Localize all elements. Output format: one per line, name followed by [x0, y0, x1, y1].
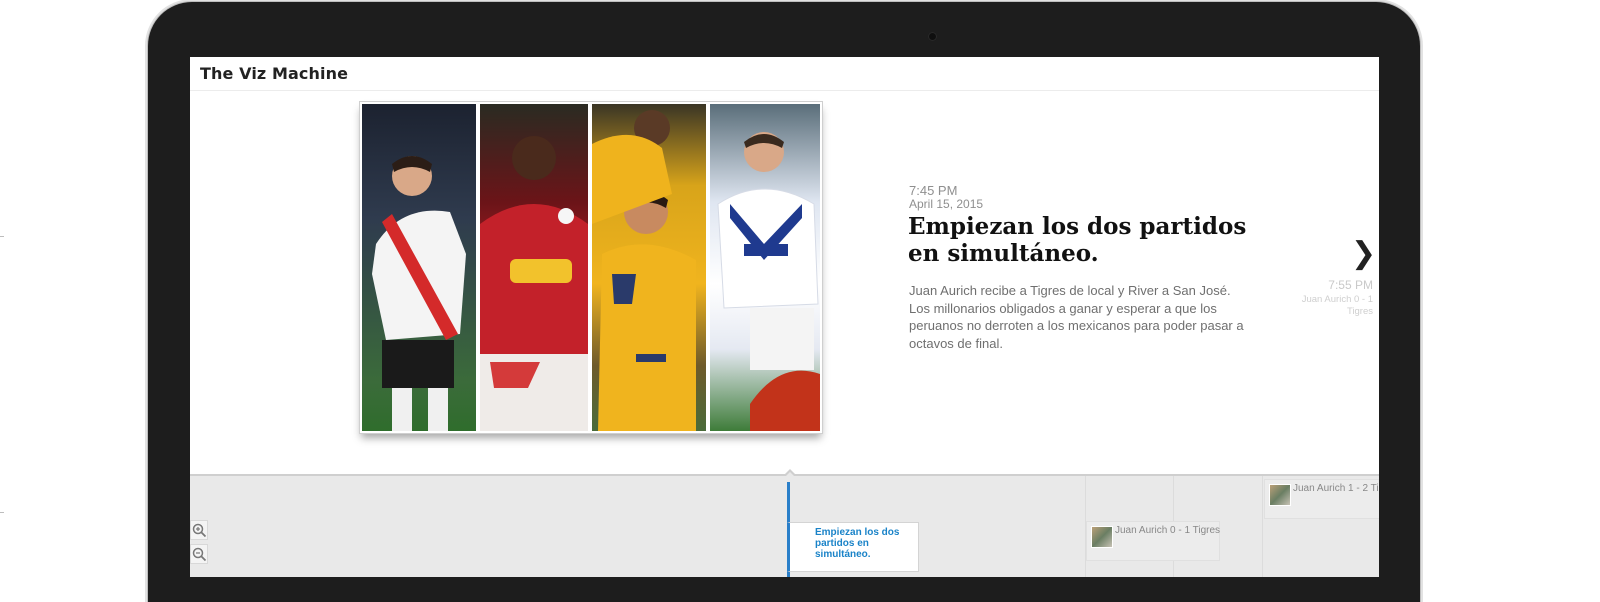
photo-strip-tigres	[592, 104, 706, 431]
event-date: April 15, 2015	[909, 197, 984, 211]
event-body: Juan Aurich recibe a Tigres de local y R…	[909, 283, 1244, 351]
top-bar: The Viz Machine	[190, 57, 1379, 91]
timeline-gridline	[1262, 476, 1263, 577]
app-brand[interactable]: The Viz Machine	[200, 64, 348, 83]
timeline-active-flag-label: Empiezan los dos partidos en simultáneo.	[815, 527, 900, 560]
timeline-pointer-inner	[784, 472, 796, 478]
player-figure-icon	[592, 110, 696, 431]
app-screen: The Viz Machine 7:45 PM April 15, 2015 E…	[190, 57, 1379, 577]
zoom-out-icon	[192, 547, 207, 562]
chevron-right-icon[interactable]: ❯	[1351, 239, 1376, 269]
photo-strip-sanjose	[710, 104, 820, 431]
edge-tick	[0, 512, 4, 513]
event-time: 7:45 PM	[909, 183, 958, 198]
timeline-event-label: Juan Aurich 1 - 2 Tigres	[1293, 483, 1379, 494]
timeline[interactable]: Empiezan los dos partidos en simultáneo.…	[190, 469, 1379, 577]
timeline-event[interactable]: Juan Aurich 1 - 2 Tigres	[1264, 479, 1379, 519]
event-thumbnail	[1269, 484, 1291, 506]
timeline-event[interactable]: Juan Aurich 0 - 1 Tigres	[1086, 521, 1220, 561]
zoom-in-button[interactable]	[190, 520, 208, 540]
camera-icon	[928, 32, 937, 41]
edge-tick	[0, 236, 4, 237]
zoom-in-icon	[192, 523, 207, 538]
next-event-time[interactable]: 7:55 PM	[1290, 278, 1373, 292]
player-figure-icon	[480, 136, 588, 431]
photo-strip-aurich	[480, 104, 588, 431]
timeline-active-flag[interactable]: Empiezan los dos partidos en simultáneo.	[787, 522, 919, 572]
next-event-text[interactable]: Juan Aurich 0 - 1 Tigres	[1290, 294, 1373, 318]
zoom-out-button[interactable]	[190, 544, 208, 564]
event-photo	[359, 101, 823, 434]
player-figure-icon	[717, 132, 820, 431]
timeline-event-label: Juan Aurich 0 - 1 Tigres	[1115, 525, 1221, 536]
event-headline: Empiezan los dos partidos en simultáneo.	[908, 213, 1247, 267]
photo-strip-river	[362, 104, 476, 431]
event-thumbnail	[1091, 526, 1113, 548]
player-figure-icon	[372, 156, 466, 431]
